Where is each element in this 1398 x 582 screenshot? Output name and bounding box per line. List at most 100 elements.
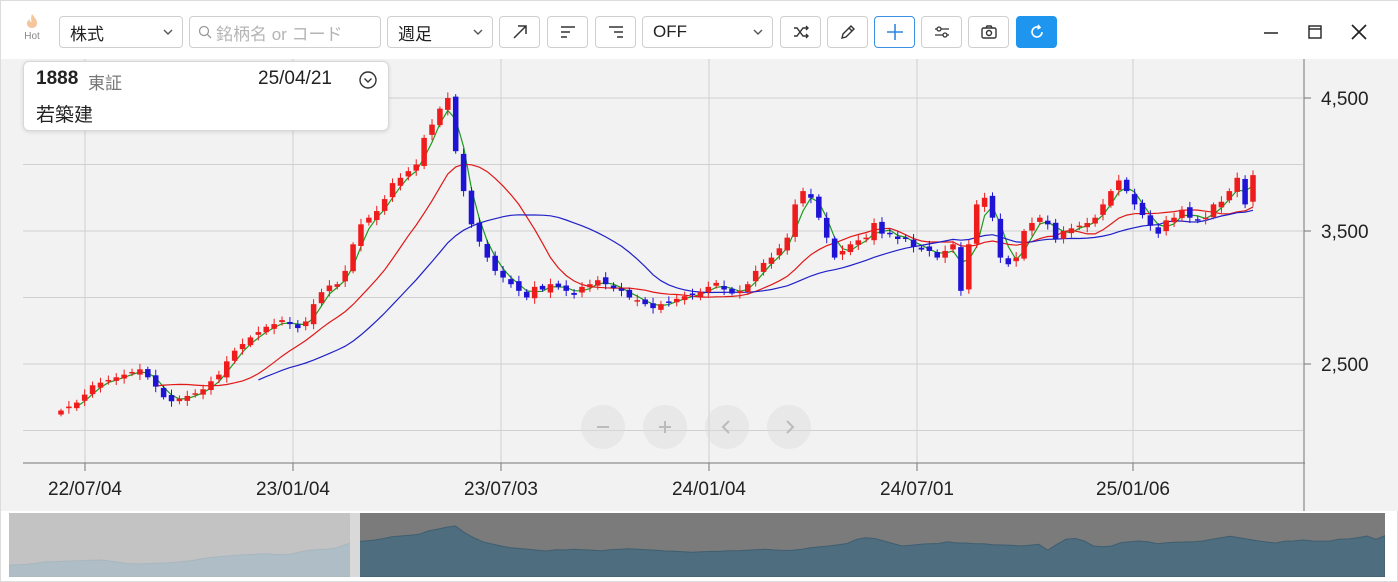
candle-body [176, 398, 183, 402]
candle-body [429, 124, 435, 135]
asset-type-value: 株式 [70, 24, 104, 44]
candle-body [1163, 220, 1169, 232]
candle-body [224, 361, 230, 378]
candle-body [855, 240, 862, 245]
candle-body [334, 284, 341, 287]
x-tick-label: 23/01/04 [256, 479, 330, 500]
candle-body [397, 177, 404, 186]
candle-body [302, 321, 309, 327]
candle-body [966, 244, 972, 290]
candle-body [200, 389, 206, 395]
chevron-right-icon [786, 420, 795, 434]
shuffle-icon [793, 25, 809, 39]
candle-body [192, 393, 198, 395]
indicator-select[interactable]: OFF [642, 16, 773, 48]
candle-body [831, 238, 838, 258]
period-select[interactable]: 週足 [387, 16, 493, 48]
y-tick-label: 2,500 [1321, 355, 1369, 376]
candle-body [1210, 204, 1217, 218]
candle-body [129, 371, 135, 374]
x-tick-label: 22/07/04 [48, 479, 122, 500]
candle-body [255, 332, 262, 335]
asset-type-select[interactable]: 株式 [59, 16, 183, 48]
candle-body [1068, 228, 1075, 234]
crosshair-button[interactable] [874, 16, 915, 48]
candle-body [516, 281, 522, 291]
candle-body [389, 183, 396, 198]
candle-body [168, 395, 175, 402]
align-right-button[interactable] [595, 16, 636, 48]
candle-body [216, 374, 222, 380]
candle-body [823, 217, 830, 238]
candle-body [839, 250, 846, 255]
range-navigator[interactable] [9, 513, 1385, 577]
close-icon [1351, 24, 1367, 40]
camera-icon [980, 25, 997, 39]
candle-body [673, 298, 680, 303]
candle-body [713, 282, 719, 286]
scroll-right-button[interactable] [767, 405, 811, 449]
candle-body [918, 247, 925, 250]
candle-body [1234, 177, 1240, 192]
chevron-down-icon [163, 29, 173, 35]
candle-body [926, 246, 933, 251]
candle-body [160, 387, 167, 398]
close-button[interactable] [1346, 19, 1372, 45]
candle-body [263, 326, 270, 333]
refresh-button[interactable] [1016, 16, 1057, 48]
candle-body [745, 284, 751, 293]
trendline-button[interactable] [499, 16, 540, 48]
zoom-out-button[interactable] [581, 405, 625, 449]
chevron-down-circle-icon[interactable] [358, 70, 378, 90]
y-tick-label: 3,500 [1321, 222, 1369, 243]
shuffle-button[interactable] [780, 16, 821, 48]
chevron-left-icon [721, 420, 730, 434]
candle-body [500, 270, 506, 278]
hot-button[interactable]: Hot [15, 13, 49, 51]
candle-body [89, 385, 96, 395]
candle-body [1250, 175, 1256, 202]
candle-body [113, 377, 120, 381]
candle-body [847, 244, 854, 253]
candle-body [689, 293, 696, 295]
candle-body [239, 344, 246, 350]
maximize-button[interactable] [1302, 19, 1328, 45]
pencil-icon [840, 25, 855, 39]
chart-window: Hot 株式 銘柄名 or コード 週足 OFF 4,500 3,500 2,5… [0, 0, 1398, 582]
draw-button[interactable] [827, 16, 868, 48]
align-left-button[interactable] [547, 16, 588, 48]
flame-icon [27, 14, 37, 28]
candle-body [563, 285, 569, 291]
arrow-up-right-icon [512, 25, 527, 39]
candle-body [1218, 201, 1225, 208]
candle-body [318, 292, 325, 304]
candle-body [942, 250, 948, 258]
refresh-icon [1030, 24, 1043, 38]
screenshot-button[interactable] [968, 16, 1009, 48]
candle-body [1147, 215, 1154, 226]
scroll-left-button[interactable] [705, 405, 749, 449]
candle-body [476, 222, 483, 242]
stock-name: 若築建 [36, 105, 94, 126]
maximize-icon [1308, 25, 1322, 39]
zoom-in-button[interactable] [643, 405, 687, 449]
candle-body [1037, 217, 1043, 222]
y-tick-label: 4,500 [1321, 89, 1369, 110]
candle-body [910, 239, 917, 247]
candle-body [373, 211, 380, 221]
candle-body [760, 262, 767, 272]
settings-button[interactable] [921, 16, 962, 48]
search-input[interactable]: 銘柄名 or コード [189, 16, 381, 48]
candle-body [1202, 217, 1209, 220]
search-placeholder: 銘柄名 or コード [216, 24, 343, 44]
candle-body [650, 303, 656, 309]
minimize-button[interactable] [1258, 19, 1284, 45]
candle-body [184, 395, 191, 401]
candle-body [1060, 231, 1067, 239]
candle-body [492, 255, 498, 271]
candle-body [950, 244, 956, 250]
candle-body [58, 410, 64, 415]
candle-body [445, 98, 451, 110]
candle-body [152, 375, 159, 387]
navigator-left-handle[interactable] [350, 513, 360, 577]
